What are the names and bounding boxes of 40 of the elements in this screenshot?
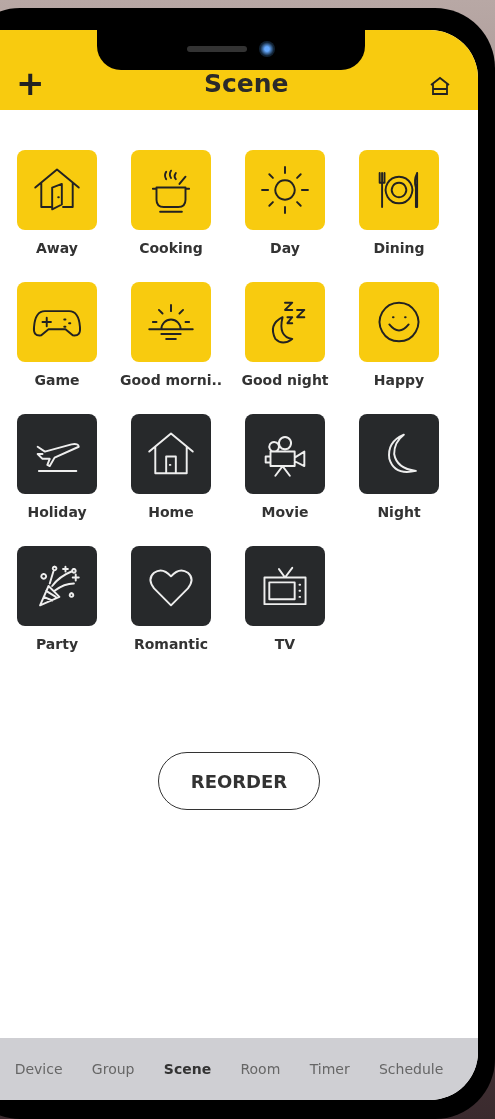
nav-tab[interactable]: Room [240, 1061, 281, 1077]
scene-tile[interactable] [131, 546, 211, 626]
scene-label: Home [148, 504, 194, 520]
scene-tile[interactable] [359, 282, 439, 362]
scene-label: Game [34, 372, 80, 388]
reorder-button[interactable]: REORDER [158, 752, 320, 810]
scene-label: Holiday [27, 504, 87, 520]
nav-tab[interactable]: Device [14, 1061, 63, 1077]
scene-tile[interactable] [245, 414, 325, 494]
scene-tile[interactable] [245, 150, 325, 230]
scene-label: Away [36, 240, 78, 256]
nav-tab[interactable]: Timer [309, 1061, 350, 1077]
nav-tab[interactable]: Scene [163, 1061, 212, 1077]
scene-label: Cooking [139, 240, 203, 256]
page-title: Scene [203, 69, 289, 98]
scene-tile[interactable] [17, 414, 97, 494]
scene-label: Happy [373, 372, 425, 388]
scene-label: TV [274, 636, 296, 652]
scene-tile[interactable] [17, 546, 97, 626]
scene-tile[interactable] [131, 282, 211, 362]
scene-tile[interactable] [17, 282, 97, 362]
nav-tab[interactable]: Group [91, 1061, 135, 1077]
add-button[interactable]: + [16, 68, 45, 98]
scene-label: Dining [373, 240, 425, 256]
scene-label: Party [35, 636, 79, 652]
scene-label: Good morni.. [119, 372, 223, 388]
scene-tile[interactable] [131, 414, 211, 494]
scene-tile[interactable] [131, 150, 211, 230]
scene-tile[interactable] [359, 414, 439, 494]
scene-tile[interactable] [17, 150, 97, 230]
scene-label: Night [377, 504, 421, 520]
scene-label: Movie [261, 504, 309, 520]
scene-label: Good night [241, 372, 329, 388]
home-icon[interactable] [428, 74, 452, 98]
scene-tile[interactable] [245, 282, 325, 362]
scene-label: Day [270, 240, 300, 256]
nav-tab[interactable]: Schedule [379, 1061, 444, 1077]
scene-label: Romantic [133, 636, 209, 652]
scene-tile[interactable] [359, 150, 439, 230]
scene-tile[interactable] [245, 546, 325, 626]
